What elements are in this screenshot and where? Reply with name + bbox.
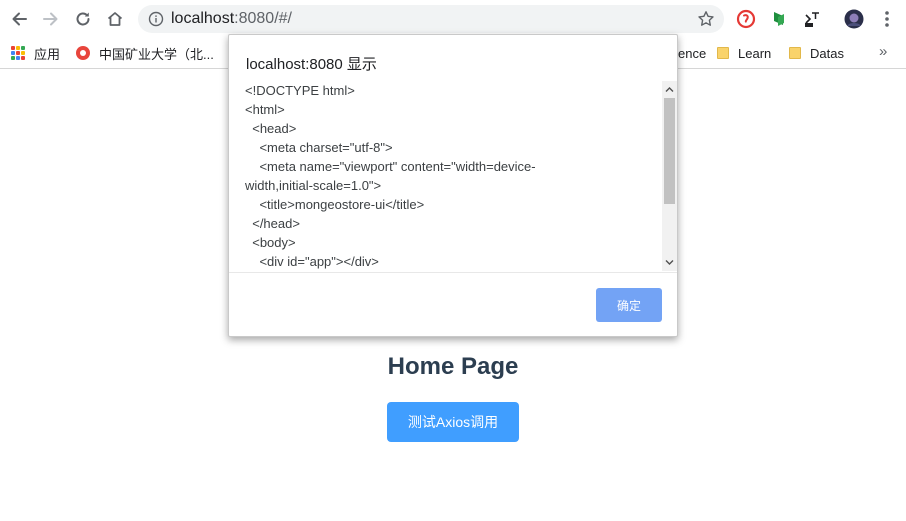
back-arrow-icon [12,12,27,26]
bookmark-label: Datas [810,45,844,61]
profile-avatar-icon[interactable] [844,9,864,29]
bookmark-label: 应用 [34,46,61,62]
message-line: </head> [245,216,300,231]
cumt-favicon [76,46,90,60]
reload-icon [76,12,90,26]
dialog-title: localhost:8080 显示 [246,56,377,73]
ok-button[interactable]: 确定 [596,288,662,322]
home-button[interactable] [103,7,127,31]
browser-menu-icon[interactable] [880,9,894,29]
bookmarks-overflow-button[interactable]: » [879,43,887,60]
page-title: Home Page [387,353,519,380]
extension-red-icon[interactable] [736,9,756,29]
bookmark-datas[interactable]: Datas [789,44,844,62]
scroll-down-icon[interactable] [665,258,674,267]
bookmark-star-icon[interactable] [697,10,715,28]
bookmark-learn[interactable]: Learn [717,44,771,62]
message-line: <html> [245,102,285,117]
test-axios-button[interactable]: 测试Axios调用 [387,402,519,442]
bookmark-label: ence [678,45,707,61]
bookmark-label: Learn [738,45,772,61]
message-line: <title>mongeostore-ui</title> [245,197,425,212]
bookmark-cumt[interactable]: 中国矿业大学（北... [76,44,214,62]
message-line: <body> [245,235,296,250]
url-text[interactable]: localhost:8080/#/ [171,10,292,28]
scroll-up-icon[interactable] [665,85,674,94]
bookmark-label: 中国矿业大学（北... [99,46,214,62]
alert-dialog: localhost:8080 显示 <!DOCTYPE html> <html>… [228,34,678,337]
browser-toolbar: localhost:8080/#/ [0,0,906,38]
bookmark-ence[interactable]: ence [678,44,706,62]
folder-icon [789,47,801,59]
message-line: <meta name="viewport" content="width=dev… [245,159,536,174]
message-line: <!DOCTYPE html> [245,83,355,98]
bookmark-apps[interactable]: 应用 [11,44,60,62]
url-host: localhost [171,10,235,27]
dialog-message: <!DOCTYPE html> <html> <head> <meta char… [245,81,660,271]
forward-button[interactable] [39,7,63,31]
reload-button[interactable] [71,7,95,31]
dialog-scrollbar[interactable] [662,81,677,271]
dialog-divider [229,272,677,273]
address-bar[interactable]: localhost:8080/#/ [138,5,724,33]
home-icon [107,12,123,26]
url-path: :8080/#/ [234,10,292,27]
apps-grid-icon [11,46,25,60]
scrollbar-thumb[interactable] [664,98,675,204]
message-line: <head> [245,121,297,136]
folder-icon [717,47,729,59]
info-icon[interactable] [148,11,164,27]
forward-arrow-icon [43,12,58,26]
message-line: <div id="app"></div> [245,254,379,269]
message-line: <meta charset="utf-8"> [245,140,393,155]
message-line: width,initial-scale=1.0"> [245,178,382,193]
extension-green-icon[interactable] [769,9,789,29]
extension-translate-icon[interactable] [802,9,822,29]
back-button[interactable] [7,7,31,31]
